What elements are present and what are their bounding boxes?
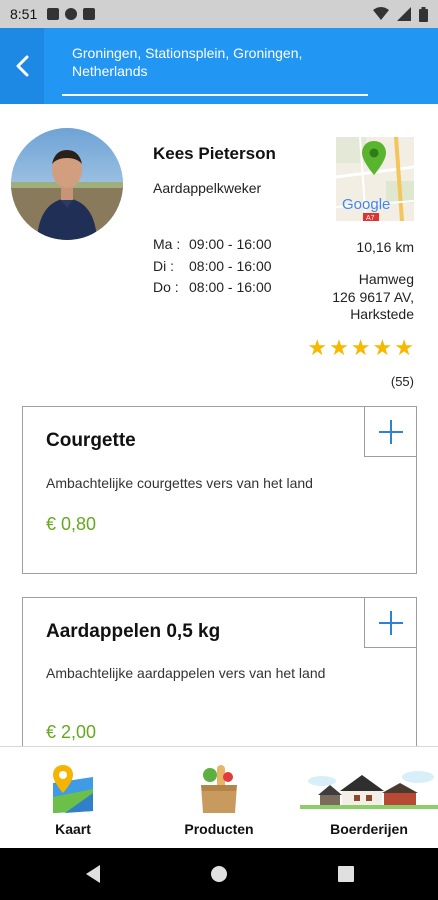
product-title: Aardappelen 0,5 kg [46,621,221,642]
add-to-cart-button[interactable] [364,407,416,457]
hours-day: Do : [153,279,179,295]
star-icon: ★ [394,335,414,360]
location-title[interactable]: Groningen, Stationsplein, Groningen, Net… [72,44,372,80]
grocery-bag-icon [197,761,241,817]
hours-day: Di : [153,257,174,274]
add-to-cart-button[interactable] [364,598,416,648]
android-back-icon[interactable] [84,864,102,884]
nav-label: Kaart [55,821,91,837]
address-line: Hamweg [358,271,414,287]
notification-icons [47,8,96,20]
wifi-icon [373,7,389,20]
nav-item-producten[interactable]: Producten [166,747,272,849]
back-button[interactable] [0,28,44,104]
hours-time: 08:00 - 16:00 [189,279,272,295]
plus-icon [378,610,403,635]
product-description: Ambachtelijke courgettes vers van het la… [46,475,313,491]
app-notification-icon [65,8,78,20]
nav-item-boerderijen[interactable]: Boerderijen [300,747,438,849]
android-recents-icon[interactable] [337,864,355,884]
product-price: € 2,00 [46,722,97,742]
nav-label: Boerderijen [330,821,408,837]
status-time: 8:51 [10,6,38,22]
farmer-name: Kees Pieterson [153,144,276,163]
opening-hours: Ma : 09:00 - 16:00 Di : 08:00 - 16:00 Do… [153,234,272,299]
farmer-role: Aardappelkweker [153,180,262,196]
product-description: Ambachtelijke aardappelen vers van het l… [46,665,326,681]
star-icon: ★ [329,335,349,360]
bottom-navigation: Kaart Producten Boerderijen [0,746,438,848]
back-arrow-icon [16,55,29,77]
product-price: € 0,80 [46,514,97,534]
hours-time: 09:00 - 16:00 [189,236,272,252]
signal-icon [397,7,411,21]
distance: 10,16 km [356,239,414,255]
review-count: (55) [390,374,414,389]
hours-day: Ma : [153,236,181,252]
star-rating: ★ ★ ★ ★ ★ [307,337,414,359]
notification-icon [47,8,60,20]
product-card[interactable]: Courgette Ambachtelijke courgettes vers … [22,406,417,574]
star-icon: ★ [372,335,393,360]
android-navigation-bar [0,848,438,900]
android-home-icon[interactable] [210,864,228,884]
product-title: Courgette [46,430,136,451]
road-sign-label: A7 [366,215,375,221]
status-bar: 8:51 [0,0,438,28]
battery-icon [419,6,428,22]
address: Hamweg 126 9617 AV, Harkstede [332,271,414,324]
hours-row: Do : 08:00 - 16:00 [153,277,272,299]
nav-label: Producten [184,821,254,837]
map-thumbnail[interactable]: Google A7 [336,137,414,221]
map-pin-icon [49,761,97,817]
location-underline [62,94,368,96]
google-logo: Google [342,196,390,213]
app-header: Groningen, Stationsplein, Groningen, Net… [0,28,438,104]
nav-item-kaart[interactable]: Kaart [30,747,116,849]
sd-card-icon [83,8,96,20]
product-card[interactable]: Aardappelen 0,5 kg Ambachtelijke aardapp… [22,597,417,767]
farm-icon [300,761,438,817]
plus-icon [378,419,403,444]
hours-time: 08:00 - 16:00 [189,257,272,274]
address-line: Harkstede [350,306,414,322]
star-icon: ★ [307,335,328,360]
hours-row: Di : 08:00 - 16:00 [153,256,272,278]
system-icons [373,6,428,22]
star-icon: ★ [350,335,371,360]
hours-row: Ma : 09:00 - 16:00 [153,234,272,256]
farmer-avatar [11,128,123,240]
address-line: 126 9617 AV, [332,288,414,305]
